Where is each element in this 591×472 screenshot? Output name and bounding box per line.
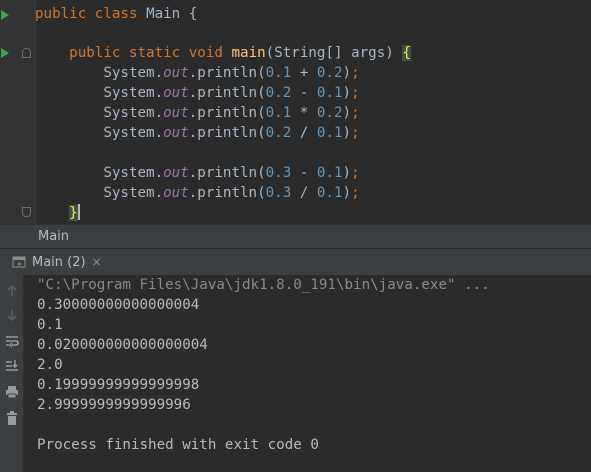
console-output-line: 0.19999999999999998 [37, 377, 200, 393]
code-line-method-close: } [35, 203, 80, 223]
operand-b: 0.1 [316, 85, 343, 101]
keyword-static: static [128, 45, 181, 61]
semicolon: ; [351, 185, 360, 201]
method-call: .println( [188, 125, 266, 141]
console-output-line: 2.0 [37, 357, 63, 373]
fold-method-end-icon[interactable] [22, 207, 31, 217]
field-out: out [163, 125, 189, 141]
close-paren: ) [342, 185, 352, 201]
method-call: .println( [188, 185, 266, 201]
operator: * [291, 105, 317, 121]
field-out: out [163, 105, 189, 121]
close-paren: ) [342, 105, 352, 121]
class-name: Main [146, 6, 181, 22]
operator: - [291, 165, 317, 181]
receiver: System. [103, 85, 164, 101]
up-arrow-icon[interactable] [3, 282, 21, 300]
operand-b: 0.1 [316, 125, 343, 141]
console-exit-line: Process finished with exit code 0 [37, 437, 319, 453]
keyword-class: class [94, 6, 138, 22]
print-icon[interactable] [3, 383, 21, 401]
method-call: .println( [188, 85, 266, 101]
semicolon: ; [351, 85, 360, 101]
code-line-println-5: System.out.println(0.3 - 0.1); [35, 163, 360, 183]
close-paren: ) [342, 65, 352, 81]
field-out: out [163, 165, 189, 181]
editor-gutter [0, 0, 36, 224]
receiver: System. [103, 165, 164, 181]
code-line-println-2: System.out.println(0.2 - 0.1); [35, 83, 360, 103]
run-tool-window-header: Main (2) × [0, 248, 591, 275]
code-line-class-declaration: public class Main { [35, 4, 197, 24]
scroll-to-end-icon[interactable] [3, 357, 21, 375]
code-line-println-1: System.out.println(0.1 + 0.2); [35, 63, 360, 83]
trash-icon[interactable] [3, 409, 21, 427]
class-open-brace: { [188, 6, 198, 22]
operand-b: 0.2 [316, 105, 343, 121]
down-arrow-icon[interactable] [3, 306, 21, 324]
operand-a: 0.2 [265, 85, 292, 101]
code-line-main-method: public static void main(String[] args) { [35, 43, 411, 63]
operand-a: 0.1 [265, 65, 292, 81]
console-output-line: 0.1 [37, 317, 63, 333]
run-class-icon[interactable] [1, 10, 9, 20]
receiver: System. [103, 185, 164, 201]
method-call: .println( [188, 105, 266, 121]
close-paren: ) [342, 165, 352, 181]
operand-a: 0.1 [265, 105, 292, 121]
operand-a: 0.3 [265, 185, 292, 201]
fold-method-icon[interactable] [22, 48, 31, 58]
method-close-brace: } [69, 205, 78, 221]
field-out: out [163, 65, 189, 81]
text-caret [77, 204, 80, 220]
method-call: .println( [188, 65, 266, 81]
run-main-method-icon[interactable] [1, 48, 9, 58]
operand-a: 0.3 [265, 165, 292, 181]
field-out: out [163, 85, 189, 101]
operator: + [291, 65, 317, 81]
method-params: (String[] args) [265, 45, 403, 61]
semicolon: ; [351, 105, 360, 121]
operator: / [291, 185, 317, 201]
operand-b: 0.2 [316, 65, 343, 81]
keyword-public: public [69, 45, 121, 61]
operand-b: 0.1 [316, 185, 343, 201]
code-line-println-3: System.out.println(0.1 * 0.2); [35, 103, 360, 123]
run-config-icon [12, 256, 26, 268]
semicolon: ; [351, 165, 360, 181]
field-out: out [163, 185, 189, 201]
keyword-public: public [35, 6, 87, 22]
operand-a: 0.2 [265, 125, 292, 141]
breadcrumb: Main [0, 224, 591, 248]
keyword-void: void [188, 45, 223, 61]
code-line-println-4: System.out.println(0.2 / 0.1); [35, 123, 360, 143]
code-line-println-6: System.out.println(0.3 / 0.1); [35, 183, 360, 203]
tab-run-main[interactable]: Main (2) × [6, 249, 110, 275]
console-output-line: 0.30000000000000004 [37, 297, 200, 313]
semicolon: ; [351, 125, 360, 141]
operator: - [291, 85, 317, 101]
close-paren: ) [342, 85, 352, 101]
receiver: System. [103, 65, 164, 81]
method-open-brace: { [402, 45, 411, 61]
operand-b: 0.1 [316, 165, 343, 181]
method-call: .println( [188, 165, 266, 181]
operator: / [291, 125, 317, 141]
console-toolbar [0, 275, 24, 472]
receiver: System. [103, 125, 164, 141]
close-paren: ) [342, 125, 352, 141]
console-output[interactable]: "C:\Program Files\Java\jdk1.8.0_191\bin\… [24, 275, 591, 472]
tab-label: Main (2) [32, 254, 86, 270]
console-command-line[interactable]: "C:\Program Files\Java\jdk1.8.0_191\bin\… [37, 275, 490, 295]
receiver: System. [103, 105, 164, 121]
soft-wrap-icon[interactable] [3, 332, 21, 350]
breadcrumb-class-main[interactable]: Main [38, 225, 69, 248]
console-output-line: 0.020000000000000004 [37, 337, 208, 353]
semicolon: ; [351, 65, 360, 81]
method-name: main [231, 45, 266, 61]
close-tab-icon[interactable]: × [92, 255, 102, 269]
code-editor[interactable]: public class Main { public static void m… [0, 0, 591, 224]
console-output-line: 2.9999999999999996 [37, 397, 191, 413]
